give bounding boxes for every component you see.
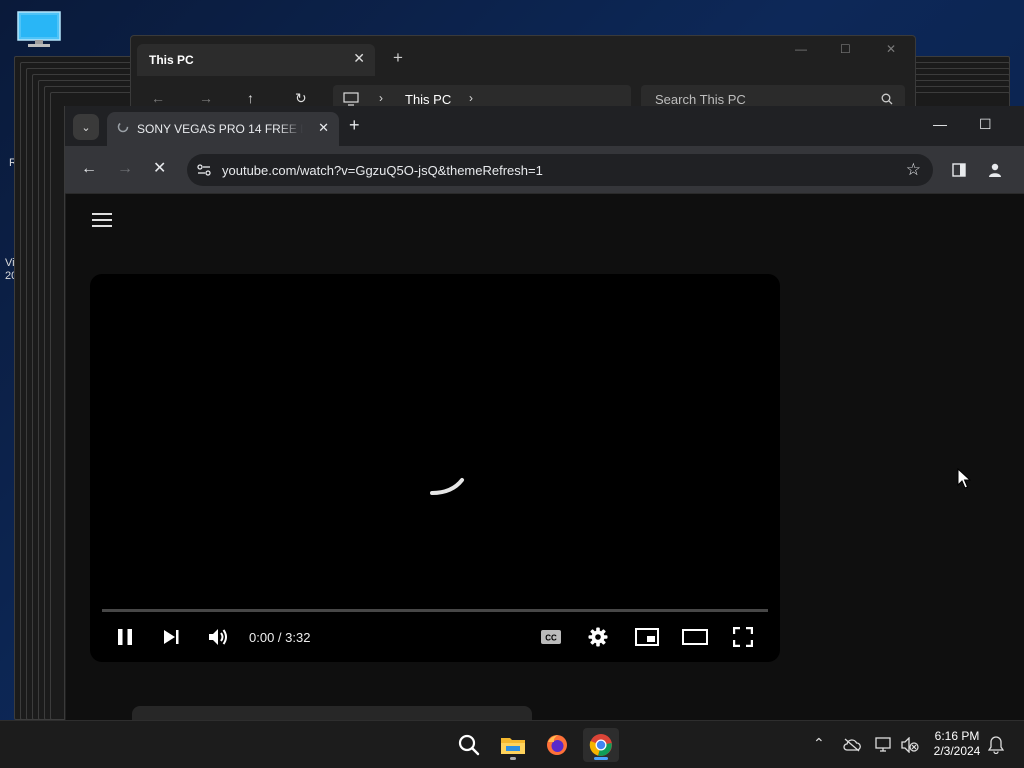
volume-muted-icon[interactable] (901, 737, 919, 753)
back-arrow-icon[interactable]: ← (151, 90, 165, 106)
forward-arrow-icon[interactable]: → (117, 160, 133, 178)
explorer-tab-title: This PC (149, 53, 194, 67)
pause-icon (118, 629, 132, 645)
chrome-window[interactable]: ⌄ SONY VEGAS PRO 14 FREE DOWNLOAD ✕ + — … (64, 106, 1024, 720)
loading-spinner-icon (430, 478, 464, 495)
skip-next-icon (164, 630, 179, 644)
next-button[interactable] (162, 626, 180, 648)
loading-throbber-icon (117, 121, 129, 133)
theater-mode-button[interactable] (682, 626, 708, 648)
site-settings-icon[interactable] (196, 162, 212, 178)
search-placeholder: Search This PC (655, 92, 746, 107)
chevron-up-icon[interactable]: ⌃ (813, 735, 825, 752)
chevron-right-icon: › (379, 91, 383, 105)
tab-youtube[interactable]: SONY VEGAS PRO 14 FREE DOWNLOAD ✕ (107, 112, 339, 146)
miniplayer-icon (635, 628, 659, 646)
refresh-icon[interactable]: ↻ (295, 90, 307, 107)
close-tab-icon[interactable]: ✕ (318, 120, 329, 136)
chevron-right-icon[interactable]: › (469, 91, 473, 105)
explorer-tab[interactable]: This PC ✕ (137, 44, 375, 76)
volume-button[interactable] (207, 626, 229, 648)
notification-bell-icon[interactable] (988, 736, 1004, 754)
chrome-icon (589, 734, 612, 756)
minimize-icon[interactable]: — (795, 42, 807, 56)
tab-search-button[interactable]: ⌄ (73, 114, 99, 140)
close-icon[interactable]: ✕ (886, 42, 896, 56)
theater-mode-icon (682, 629, 708, 645)
address-bar[interactable]: youtube.com/watch?v=GgzuQ5O-jsQ&themeRef… (187, 154, 933, 186)
cloud-offline-icon[interactable] (843, 738, 861, 752)
content-card-placeholder (132, 706, 532, 720)
computer-icon (343, 92, 359, 106)
clock-time: 6:16 PM (934, 729, 980, 743)
gear-icon (588, 627, 608, 647)
side-panel-icon[interactable] (952, 163, 966, 177)
folder-icon (501, 738, 525, 754)
close-tab-icon[interactable]: ✕ (353, 50, 365, 67)
tab-title: SONY VEGAS PRO 14 FREE DOWNLOAD (137, 122, 303, 136)
tab-strip: ⌄ SONY VEGAS PRO 14 FREE DOWNLOAD ✕ + — … (65, 106, 1024, 146)
taskbar-chrome[interactable] (583, 728, 619, 762)
bookmark-star-icon[interactable]: ☆ (906, 160, 921, 180)
firefox-icon (547, 735, 567, 755)
breadcrumb-this-pc[interactable]: This PC (405, 92, 451, 107)
pause-button[interactable] (116, 626, 134, 648)
this-pc-desktop-icon[interactable] (17, 11, 61, 54)
menu-icon[interactable] (92, 213, 112, 227)
network-icon[interactable] (875, 737, 893, 753)
chevron-down-icon: ⌄ (81, 121, 91, 134)
time-display: 0:00 / 3:32 (249, 630, 311, 645)
progress-bar[interactable] (102, 609, 768, 612)
forward-arrow-icon[interactable]: → (199, 90, 213, 106)
volume-icon (209, 629, 227, 645)
explorer-new-tab-button[interactable]: + (393, 49, 403, 66)
browser-toolbar: ← → ✕ youtube.com/watch?v=GgzuQ5O-jsQ&th… (65, 146, 1024, 194)
mouse-cursor-icon (957, 468, 971, 489)
stop-loading-icon[interactable]: ✕ (153, 160, 166, 178)
new-tab-button[interactable]: + (349, 116, 360, 134)
taskbar-file-explorer[interactable] (495, 728, 531, 762)
captions-button[interactable]: CC (540, 626, 562, 648)
taskbar-firefox[interactable] (539, 728, 575, 762)
monitor-icon (17, 11, 61, 47)
taskbar: ⌃ 6:16 PM 2/3/2024 (0, 720, 1024, 768)
active-indicator (594, 757, 608, 760)
miniplayer-button[interactable] (635, 626, 659, 648)
url-text[interactable]: youtube.com/watch?v=GgzuQ5O-jsQ&themeRef… (222, 163, 543, 178)
minimize-icon[interactable]: — (933, 116, 947, 132)
fullscreen-icon (733, 627, 753, 647)
search-icon (881, 93, 893, 105)
maximize-icon[interactable]: ☐ (840, 42, 851, 56)
maximize-icon[interactable]: ☐ (979, 116, 992, 133)
fullscreen-button[interactable] (733, 626, 753, 648)
clock-date: 2/3/2024 (933, 744, 981, 758)
search-icon (458, 734, 480, 756)
youtube-page: 0:00 / 3:32 CC (66, 194, 1024, 720)
settings-button[interactable] (588, 626, 608, 648)
video-player[interactable]: 0:00 / 3:32 CC (90, 274, 780, 662)
back-arrow-icon[interactable]: ← (81, 160, 97, 178)
running-indicator (510, 757, 516, 760)
profile-avatar-icon[interactable] (987, 162, 1003, 178)
up-arrow-icon[interactable]: ↑ (247, 90, 254, 106)
closed-captions-icon: CC (541, 630, 561, 644)
taskbar-search-button[interactable] (451, 728, 487, 762)
svg-text:CC: CC (545, 634, 557, 643)
clock[interactable]: 6:16 PM 2/3/2024 (926, 729, 988, 759)
